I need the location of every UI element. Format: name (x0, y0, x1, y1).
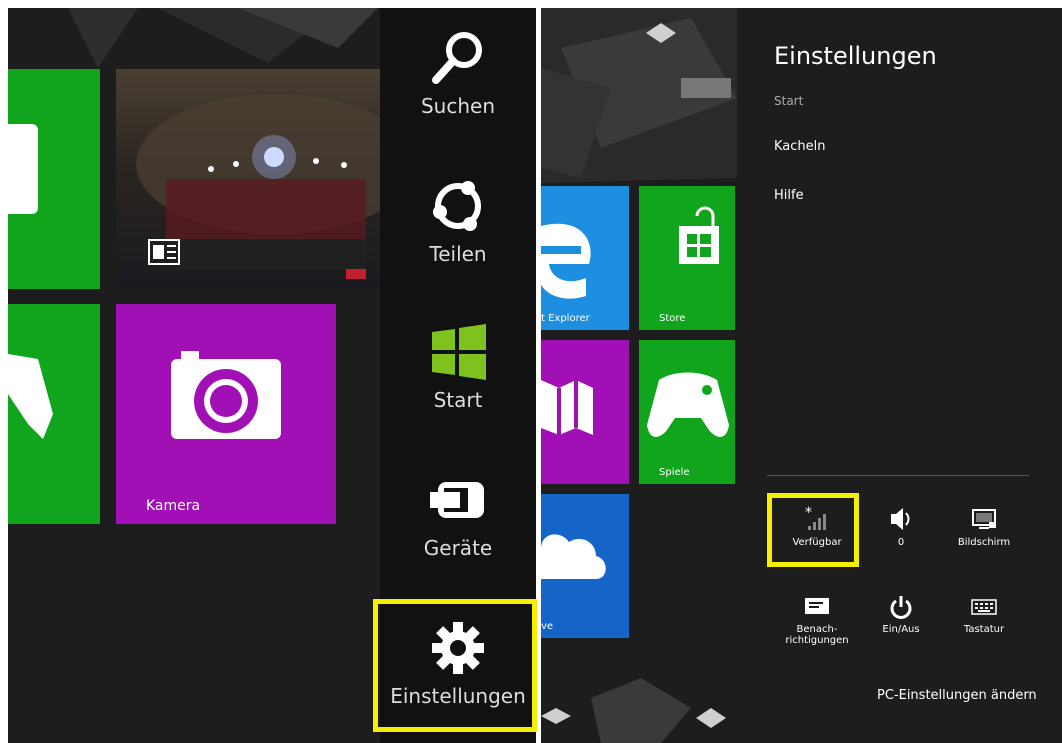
camera-icon (171, 351, 281, 439)
devices-icon (430, 482, 484, 518)
charm-search[interactable]: Suchen (380, 28, 536, 118)
screen-icon (972, 509, 996, 529)
charm-label: Teilen (429, 242, 487, 266)
quick-setting-keyboard[interactable]: Tastatur (944, 595, 1024, 635)
store-bag-icon (679, 206, 719, 264)
tile-store[interactable]: Store (639, 186, 735, 330)
settings-title: Einstellungen (774, 42, 937, 70)
tile-kamera[interactable]: Kamera (116, 304, 336, 524)
app-icon (8, 124, 38, 214)
cloud-icon (541, 534, 606, 579)
charm-devices[interactable]: Geräte (380, 470, 536, 560)
tile-label: ve (541, 621, 554, 632)
charm-label: Start (433, 388, 483, 412)
divider (767, 475, 1029, 476)
quick-setting-label: Benach- richtigungen (785, 624, 849, 646)
volume-icon (891, 508, 910, 530)
quick-setting-power[interactable]: Ein/Aus (861, 595, 941, 635)
charm-start[interactable]: Start (380, 322, 536, 412)
quick-setting-notifications[interactable]: Benach- richtigungen (777, 595, 857, 646)
tile-photo-news[interactable] (116, 69, 382, 289)
tile-green-top[interactable] (8, 69, 100, 289)
tile-green-games[interactable] (8, 304, 100, 524)
notifications-icon (805, 598, 829, 614)
keyboard-icon (971, 599, 997, 615)
gamepad-icon (647, 372, 729, 437)
quick-setting-label: Ein/Aus (882, 624, 920, 635)
charm-label: Geräte (423, 536, 493, 560)
settings-subtitle: Start (774, 94, 804, 108)
search-icon (432, 32, 482, 84)
internet-explorer-icon (541, 223, 591, 299)
tile-purple-app[interactable] (541, 340, 629, 484)
quick-setting-label: 0 (897, 537, 905, 548)
windows-logo-icon (432, 324, 486, 380)
quick-setting-label: Bildschirm (957, 537, 1011, 548)
share-icon (433, 181, 481, 231)
tile-label: Spiele (659, 467, 690, 478)
quick-setting-volume[interactable]: 0 (861, 506, 941, 548)
tile-internet-explorer[interactable]: t Explorer (541, 186, 629, 330)
tile-spiele[interactable]: Spiele (639, 340, 735, 484)
highlight-network (767, 493, 859, 567)
charm-label: Suchen (420, 94, 496, 118)
tile-label: Kamera (146, 498, 201, 514)
tile-onedrive[interactable]: ve (541, 494, 629, 638)
gamepad-icon (8, 354, 53, 439)
settings-pane: Einstellungen Start Kacheln Hilfe * Verf… (737, 8, 1062, 743)
settings-item-hilfe[interactable]: Hilfe (774, 188, 804, 203)
highlight-settings-charm (373, 599, 537, 732)
charm-share[interactable]: Teilen (380, 176, 536, 266)
pc-settings-link[interactable]: PC-Einstellungen ändern (877, 688, 1037, 703)
quick-setting-label: Tastatur (963, 624, 1005, 635)
news-icon (148, 239, 180, 265)
tile-label: t Explorer (541, 313, 590, 324)
settings-item-kacheln[interactable]: Kacheln (774, 139, 826, 154)
tile-label: Store (659, 313, 686, 324)
power-icon (890, 596, 912, 619)
quick-setting-screen[interactable]: Bildschirm (944, 506, 1024, 548)
app-icon (541, 380, 593, 435)
